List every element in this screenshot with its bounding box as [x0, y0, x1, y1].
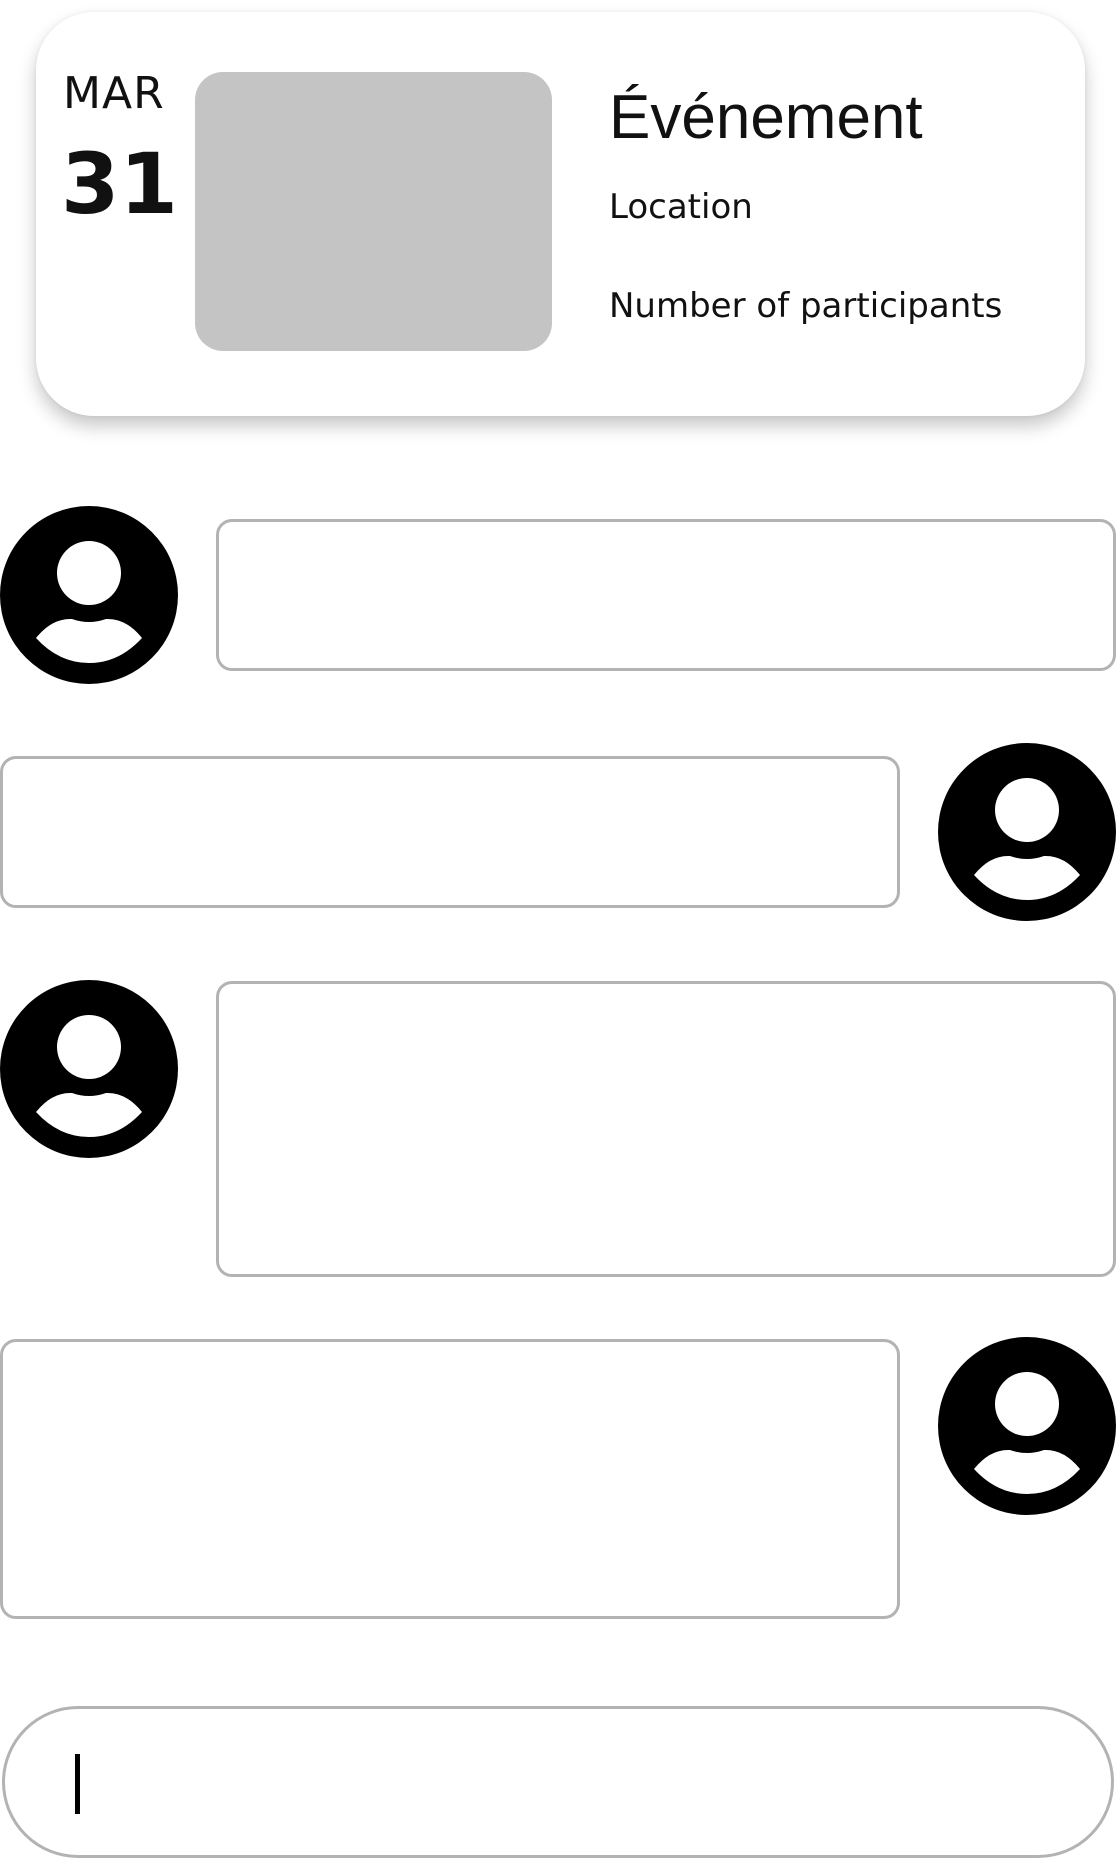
message-input[interactable] — [2, 1706, 1114, 1858]
event-image-placeholder — [195, 72, 552, 351]
text-cursor — [75, 1754, 80, 1814]
avatar-account-circle-icon[interactable] — [0, 506, 178, 684]
message-bubble[interactable] — [216, 519, 1116, 671]
event-location: Location — [609, 187, 753, 227]
message-bubble[interactable] — [0, 1339, 900, 1619]
avatar-account-circle-icon[interactable] — [938, 743, 1116, 921]
event-date-month: MAR — [63, 68, 165, 119]
event-date-day: 31 — [61, 135, 178, 233]
event-title: Événement — [609, 83, 923, 152]
message-bubble[interactable] — [216, 981, 1116, 1277]
event-participants: Number of participants — [609, 286, 1003, 326]
message-bubble[interactable] — [0, 756, 900, 908]
avatar-account-circle-icon[interactable] — [0, 980, 178, 1158]
avatar-account-circle-icon[interactable] — [938, 1337, 1116, 1515]
event-card[interactable]: MAR 31 Événement Location Number of part… — [36, 12, 1085, 416]
